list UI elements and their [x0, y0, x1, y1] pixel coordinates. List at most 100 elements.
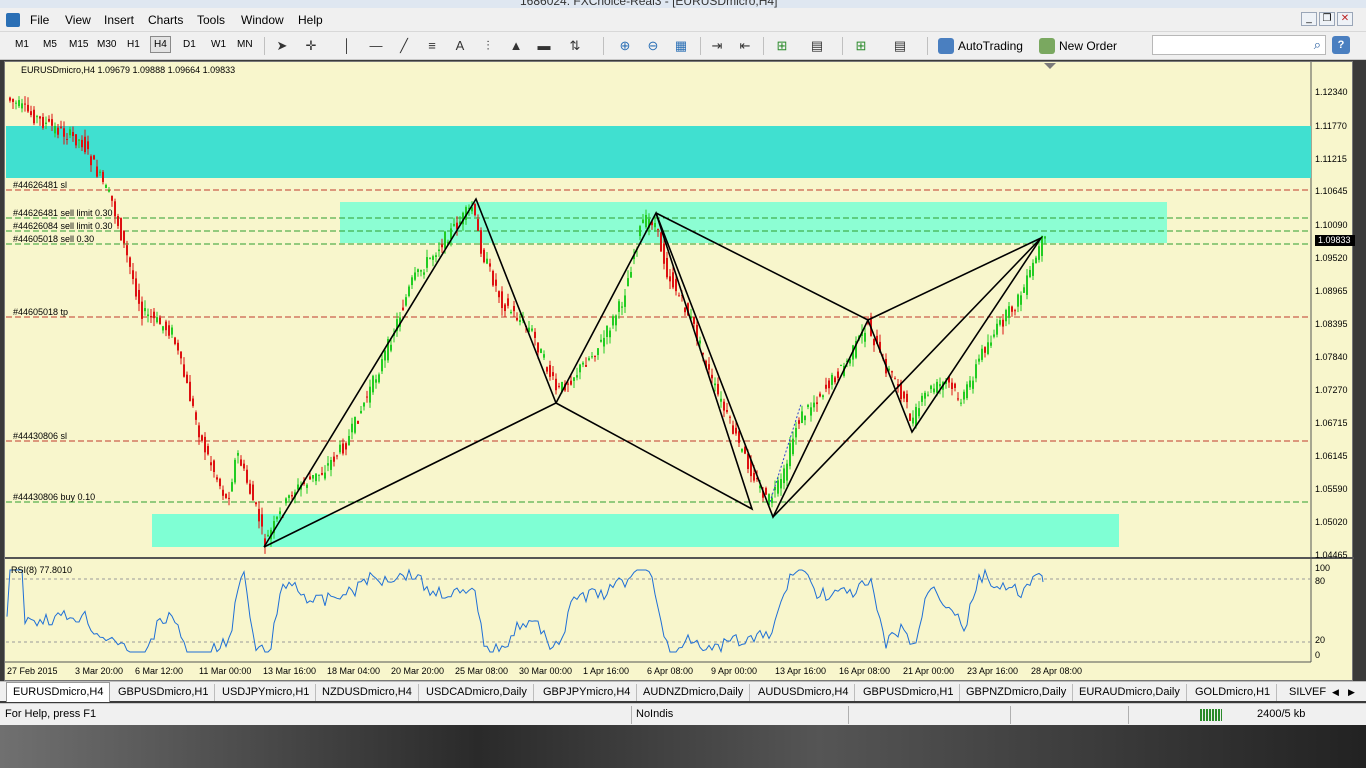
zoom-out-icon[interactable]: ⊖ [644, 37, 662, 55]
candle-body [669, 276, 671, 282]
menu-file[interactable]: File [30, 13, 49, 27]
tab-usdcad-daily[interactable]: USDCADmicro,Daily [420, 684, 534, 701]
tile-windows-icon[interactable]: ▦ [672, 37, 690, 55]
menu-insert[interactable]: Insert [104, 13, 134, 27]
restore-icon[interactable]: ❐ [1319, 12, 1335, 26]
candle-body [117, 216, 119, 226]
candle-body [1044, 236, 1046, 239]
menu-charts[interactable]: Charts [148, 13, 183, 27]
autotrading-button[interactable]: AutoTrading [936, 36, 1023, 56]
tab-gbpusd-h1-2[interactable]: GBPUSDmicro,H1 [857, 684, 961, 701]
autoscroll-icon[interactable]: ⇤ [736, 37, 754, 55]
horizontal-line-icon[interactable]: — [367, 37, 385, 55]
candle-body [276, 516, 278, 520]
menu-window[interactable]: Window [241, 13, 284, 27]
candle-body [39, 116, 41, 119]
timeframe-h1[interactable]: H1 [124, 38, 143, 51]
candle-body [351, 423, 353, 433]
date-axis-label: 18 Mar 04:00 [327, 666, 381, 676]
tab-gbpjpy-h4[interactable]: GBPJPYmicro,H4 [537, 684, 638, 701]
candle-body [324, 472, 326, 479]
tab-gbpnzd-daily[interactable]: GBPNZDmicro,Daily [960, 684, 1074, 701]
timeframe-m5[interactable]: M5 [40, 38, 60, 51]
candle-body [588, 358, 590, 361]
candle-body [150, 316, 152, 318]
menu-tools[interactable]: Tools [197, 13, 225, 27]
tab-euraud-daily[interactable]: EURAUDmicro,Daily [1073, 684, 1187, 701]
menu-view[interactable]: View [65, 13, 91, 27]
rectangle-icon[interactable]: ▬ [535, 37, 553, 55]
candle-body [909, 413, 911, 421]
indicators-icon[interactable]: ⊞ [773, 37, 791, 55]
tab-gold-h1[interactable]: GOLDmicro,H1 [1189, 684, 1278, 701]
tab-silver[interactable]: SILVEF [1283, 684, 1332, 701]
candle-body [210, 462, 212, 466]
chart-canvas[interactable] [5, 62, 1354, 682]
templates-icon[interactable]: ▤ [808, 37, 826, 55]
timeframe-d1[interactable]: D1 [180, 38, 199, 51]
tab-audnzd-daily[interactable]: AUDNZDmicro,Daily [637, 684, 751, 701]
candle-body [93, 155, 95, 160]
timeframe-h4[interactable]: H4 [150, 36, 171, 53]
menu-help[interactable]: Help [298, 13, 323, 27]
candle-body [21, 103, 23, 109]
tab-eurusd-h4[interactable]: EURUSDmicro,H4 [6, 682, 111, 702]
candle-body [972, 380, 974, 389]
tab-usdjpy-h1[interactable]: USDJPYmicro,H1 [216, 684, 317, 701]
candle-body [15, 102, 17, 104]
candle-body [240, 459, 242, 466]
tab-nzdusd-h4[interactable]: NZDUSDmicro,H4 [316, 684, 419, 701]
candle-body [1014, 310, 1016, 312]
status-traffic: 2400/5 kb [1257, 708, 1306, 720]
cursor-icon[interactable]: ➤ [273, 37, 291, 55]
candle-body [195, 412, 197, 420]
tab-gbpusd-h1[interactable]: GBPUSDmicro,H1 [112, 684, 216, 701]
profiles-icon[interactable]: ▤ [891, 37, 909, 55]
timeframe-m1[interactable]: M1 [12, 38, 32, 51]
help-icon[interactable]: ? [1332, 36, 1350, 54]
timeframe-m30[interactable]: M30 [94, 38, 119, 51]
candle-body [279, 511, 281, 515]
chart-window[interactable]: EURUSDmicro,H4 1.09679 1.09888 1.09664 1… [4, 61, 1355, 682]
level-label-buy: #44430806 buy 0.10 [13, 492, 96, 502]
app-icon[interactable] [6, 13, 20, 27]
tabs-scroll-right-icon[interactable]: ▶ [1342, 684, 1361, 701]
level-label-sell-limit-2: #44626084 sell limit 0.30 [13, 221, 113, 231]
arrows-menu-icon[interactable]: ⇅ [566, 37, 584, 55]
new-order-button[interactable]: New Order [1037, 36, 1117, 56]
price-axis-label: 1.04465 [1315, 550, 1348, 560]
candle-body [207, 446, 209, 455]
triangle-icon[interactable]: ▲ [507, 37, 525, 55]
date-axis-label: 13 Apr 16:00 [775, 666, 827, 676]
channel-icon[interactable]: ≡ [423, 37, 441, 55]
candle-body [60, 126, 62, 128]
close-icon[interactable]: ✕ [1337, 12, 1353, 26]
crosshair-icon[interactable]: ✛ [302, 37, 320, 55]
candle-body [501, 291, 503, 309]
timeframe-m15[interactable]: M15 [66, 38, 91, 51]
trendline-icon[interactable]: ╱ [395, 37, 413, 55]
fibonacci-icon[interactable]: ⫶ [479, 37, 497, 55]
level-label-tp: #44605018 tp [13, 307, 69, 317]
candle-body [429, 257, 431, 259]
rsi-line [6, 568, 1044, 654]
candle-body [348, 435, 350, 446]
tab-audusd-h4[interactable]: AUDUSDmicro,H4 [752, 684, 856, 701]
timeframe-w1[interactable]: W1 [208, 38, 229, 51]
text-tool-icon[interactable]: A [451, 37, 469, 55]
candle-body [381, 359, 383, 372]
search-input[interactable]: ⌕ [1152, 35, 1326, 55]
candle-body [792, 438, 794, 455]
minimize-icon[interactable]: _ [1301, 12, 1317, 26]
price-axis-label: 1.06715 [1315, 418, 1348, 428]
candle-body [147, 314, 149, 317]
candle-body [411, 277, 413, 286]
search-icon[interactable]: ⌕ [1314, 37, 1321, 53]
new-chart-icon[interactable]: ⊞ [852, 37, 870, 55]
zoom-in-icon[interactable]: ⊕ [616, 37, 634, 55]
candle-body [717, 383, 719, 395]
vertical-line-icon[interactable]: │ [338, 37, 356, 55]
candle-body [45, 122, 47, 124]
timeframe-mn[interactable]: MN [234, 38, 256, 51]
chart-shift-icon[interactable]: ⇥ [708, 37, 726, 55]
